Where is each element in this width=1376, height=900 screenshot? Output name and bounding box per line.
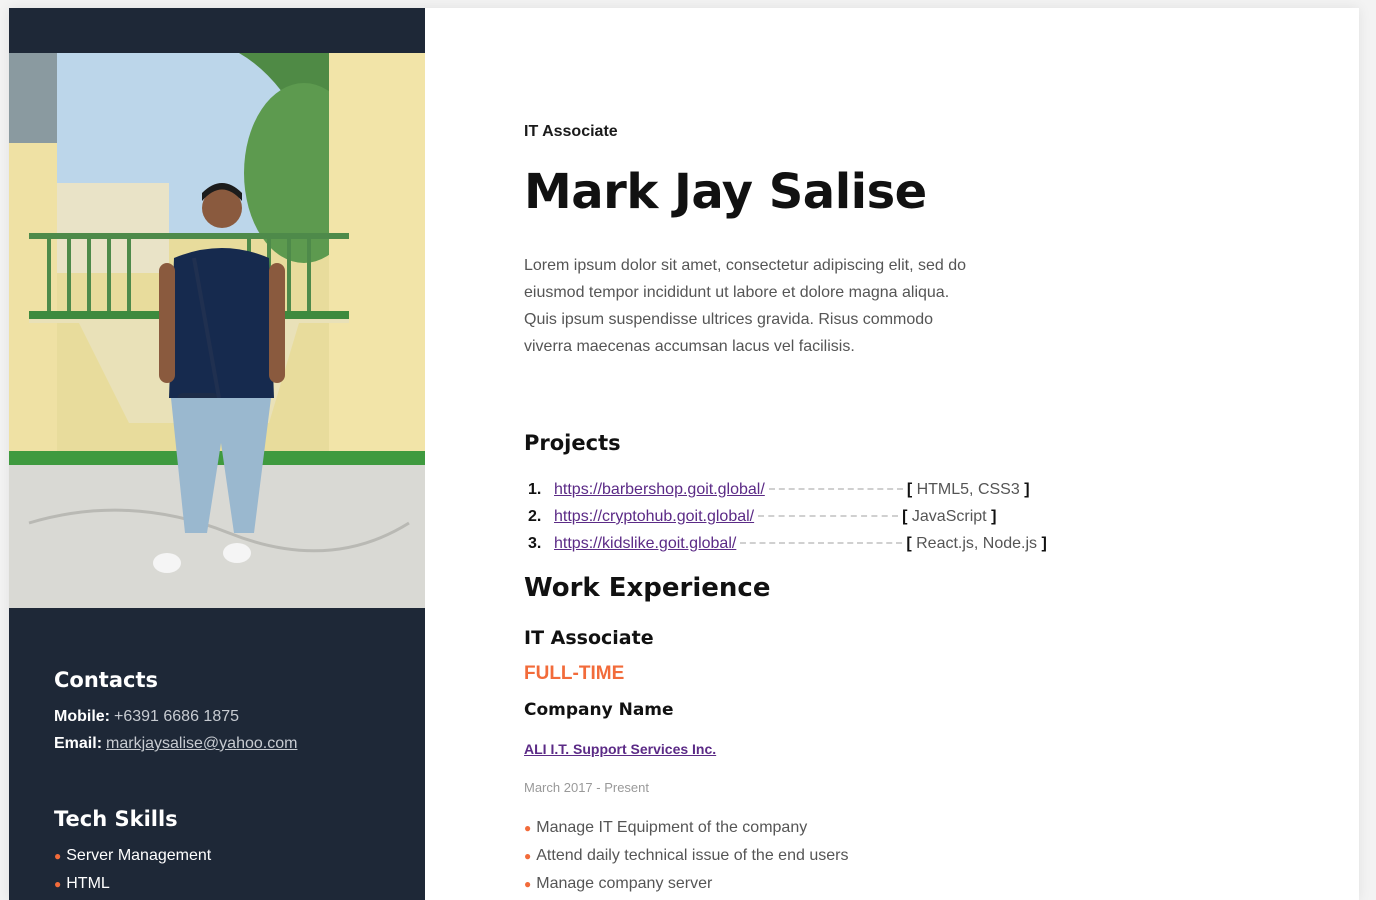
page-title: Mark Jay Salise [524,164,927,220]
tech-skills-section: Tech Skills ● Server Management ● HTML [54,807,211,898]
job-title: IT Associate [524,627,654,649]
skill-list: ● Server Management ● HTML [54,842,211,898]
project-link[interactable]: https://cryptohub.goit.global/ [554,503,754,530]
email-label: Email: [54,735,103,752]
bracket-close: ] [991,508,997,525]
role-eyebrow: IT Associate [524,123,618,140]
project-link[interactable]: https://kidslike.goit.global/ [554,530,736,557]
company-label: Company Name [524,700,674,720]
duty-item: ● Attend daily technical issue of the end… [524,842,848,870]
dotted-leader [740,542,903,544]
mobile-label: Mobile: [54,708,110,725]
bullet-icon: ● [54,849,62,863]
bullet-icon: ● [54,877,62,891]
bracket-open: [ [902,508,908,525]
mobile-value: +6391 6686 1875 [114,708,240,725]
bullet-icon: ● [524,849,532,863]
project-item: 3. https://kidslike.goit.global/ [ React… [524,530,1047,557]
dotted-leader [768,488,903,490]
project-tech: React.js, Node.js [916,535,1038,552]
bracket-open: [ [906,481,913,498]
dotted-leader [758,515,899,517]
sidebar: Contacts Mobile: +6391 6686 1875 Email: ma… [9,8,425,900]
duty-item: ● Manage company server [524,870,848,898]
job-type-badge: FULL-TIME [524,663,625,684]
contacts-section: Contacts Mobile: +6391 6686 1875 Email: ma… [54,668,297,757]
bracket-close: ] [1024,481,1030,498]
project-tech: JavaScript [911,508,987,525]
profile-photo [9,53,425,608]
duty-text: Manage company server [536,875,713,892]
duty-text: Attend daily technical issue of the end … [536,847,849,864]
project-link[interactable]: https://barbershop.goit.global/ [554,476,765,503]
resume-sheet: Contacts Mobile: +6391 6686 1875 Email: ma… [9,8,1359,900]
contacts-title: Contacts [54,668,158,692]
duty-text: Manage IT Equipment of the company [536,819,808,836]
projects-title: Projects [524,431,621,455]
email-row: Email: markjaysalise@yahoo.com [54,730,297,757]
project-number: 3. [528,535,542,552]
project-number: 2. [528,508,542,525]
skill-item: ● Server Management [54,842,211,870]
employment-dates: March 2017 - Present [524,780,650,795]
skill-item: ● HTML [54,870,211,898]
bracket-open: [ [906,535,912,552]
duties-list: ● Manage IT Equipment of the company ● Att… [524,814,848,898]
project-item: 2. https://cryptohub.goit.global/ [ Java… [524,503,1047,530]
email-link[interactable]: markjaysalise@yahoo.com [106,735,297,752]
bracket-close: ] [1041,535,1047,552]
skill-label: HTML [66,875,110,892]
duty-item: ● Manage IT Equipment of the company [524,814,848,842]
main-content: IT Associate Mark Jay Salise Lorem ipsum… [524,8,1284,900]
company-link[interactable]: ALI I.T. Support Services Inc. [524,741,716,757]
bullet-icon: ● [524,821,532,835]
project-tech: HTML5, CSS3 [916,481,1020,498]
project-item: 1. https://barbershop.goit.global/ [ HTM… [524,476,1047,503]
mobile-row: Mobile: +6391 6686 1875 [54,703,297,730]
tech-skills-title: Tech Skills [54,807,178,831]
work-experience-title: Work Experience [524,573,771,603]
bullet-icon: ● [524,877,532,891]
projects-list: 1. https://barbershop.goit.global/ [ HTM… [524,476,1047,557]
project-number: 1. [528,481,542,498]
bio-text: Lorem ipsum dolor sit amet, consectetur … [524,257,966,355]
skill-label: Server Management [66,847,212,864]
